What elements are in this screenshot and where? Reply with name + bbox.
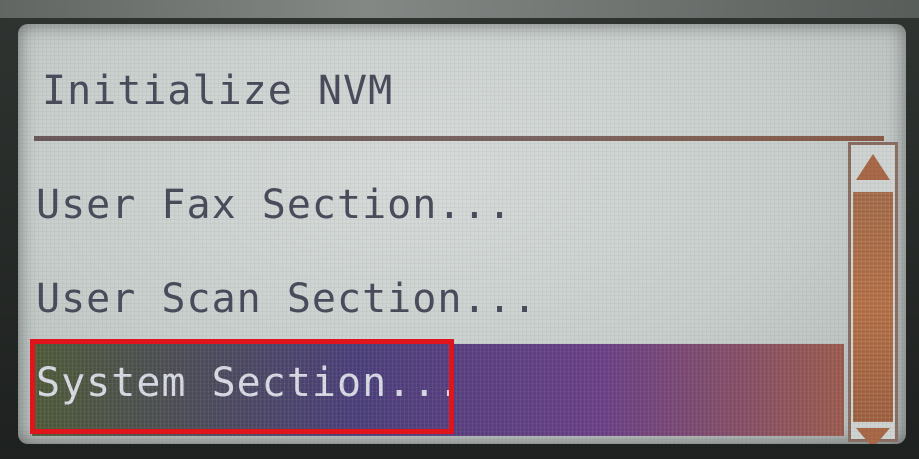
menu-item-user-scan-section[interactable]: User Scan Section... [36, 276, 538, 322]
screen-title: Initialize NVM [42, 68, 394, 114]
scrollbar-thumb[interactable] [853, 192, 893, 422]
menu-item-user-fax-section[interactable]: User Fax Section... [36, 182, 513, 228]
triangle-down-icon[interactable] [856, 428, 890, 444]
title-divider [34, 136, 884, 141]
red-highlight-box [30, 339, 454, 434]
triangle-up-icon[interactable] [856, 154, 890, 180]
bezel-edge [0, 0, 919, 18]
